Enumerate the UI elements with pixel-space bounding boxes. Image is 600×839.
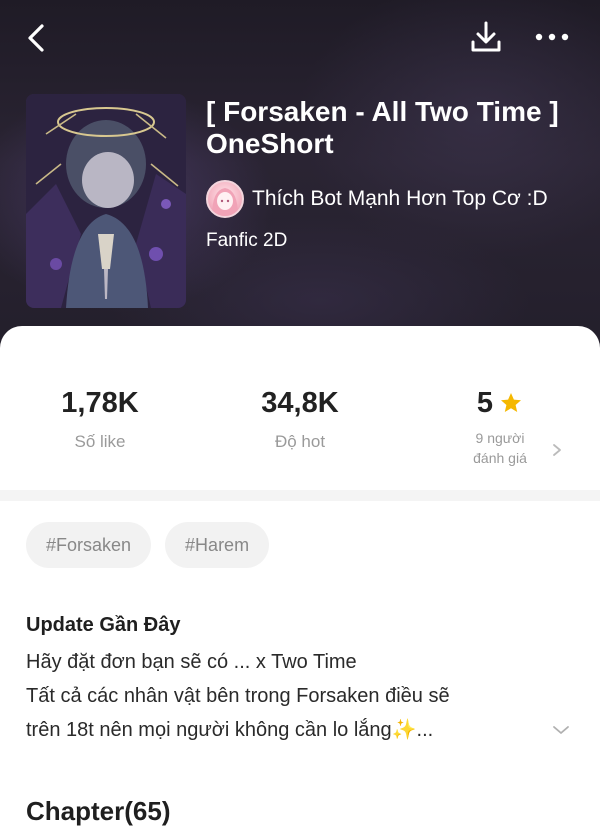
avatar [206, 180, 244, 218]
genre-label: Fanfic 2D [206, 230, 288, 251]
download-icon [471, 21, 501, 52]
update-line: trên 18t nên mọi người không cần lo lắng… [26, 719, 434, 741]
rating-count-label-2: đánh giá [473, 450, 527, 466]
story-title: [ Forsaken - All Two Time ] OneShort [206, 96, 559, 159]
download-button[interactable] [468, 18, 504, 56]
rating-count-label: 9 người [475, 430, 525, 446]
story-cover-image[interactable] [26, 94, 186, 308]
back-button[interactable] [22, 20, 54, 56]
update-line: Tất cả các nhân vật bên trong Forsaken đ… [26, 685, 450, 707]
header-backdrop: [ Forsaken - All Two Time ] OneShort Thí… [0, 0, 600, 360]
likes-label: Số like [74, 432, 126, 451]
rating-value: 5 [476, 387, 494, 419]
author-name: Thích Bot Mạnh Hơn Top Cơ :D [252, 187, 548, 210]
more-options-button[interactable] [532, 22, 572, 52]
details-sheet: 1,78K Số like 34,8K Độ hot 5 9 người đán… [0, 326, 600, 839]
recent-update: Update Gần Đây Hãy đặt đơn bạn sẽ có ...… [26, 614, 546, 747]
star-icon [501, 393, 522, 412]
update-title: Update Gần Đây [26, 614, 181, 636]
update-line: Hãy đặt đơn bạn sẽ có ... x Two Time [26, 651, 357, 673]
chapter-heading[interactable]: Chapter(65) [26, 796, 170, 827]
section-divider [0, 490, 600, 501]
likes-stat: 1,78K Số like [0, 386, 200, 452]
likes-value: 1,78K [61, 387, 139, 419]
rating-stat[interactable]: 5 9 người đánh giá [400, 386, 600, 468]
hot-label: Độ hot [274, 432, 326, 451]
stats-row: 1,78K Số like 34,8K Độ hot 5 9 người đán… [0, 326, 600, 491]
tag-list: #Forsaken #Harem [26, 522, 283, 568]
author-link[interactable]: Thích Bot Mạnh Hơn Top Cơ :D [206, 180, 548, 218]
more-dots-icon [535, 33, 569, 41]
hot-stat: 34,8K Độ hot [200, 386, 400, 452]
chevron-down-icon[interactable] [552, 724, 570, 736]
tag-harem[interactable]: #Harem [165, 522, 270, 568]
back-arrow-icon [28, 24, 44, 52]
tag-forsaken[interactable]: #Forsaken [26, 522, 152, 568]
chevron-right-icon [553, 444, 561, 456]
hot-value: 34,8K [261, 387, 339, 419]
top-bar [0, 0, 600, 72]
